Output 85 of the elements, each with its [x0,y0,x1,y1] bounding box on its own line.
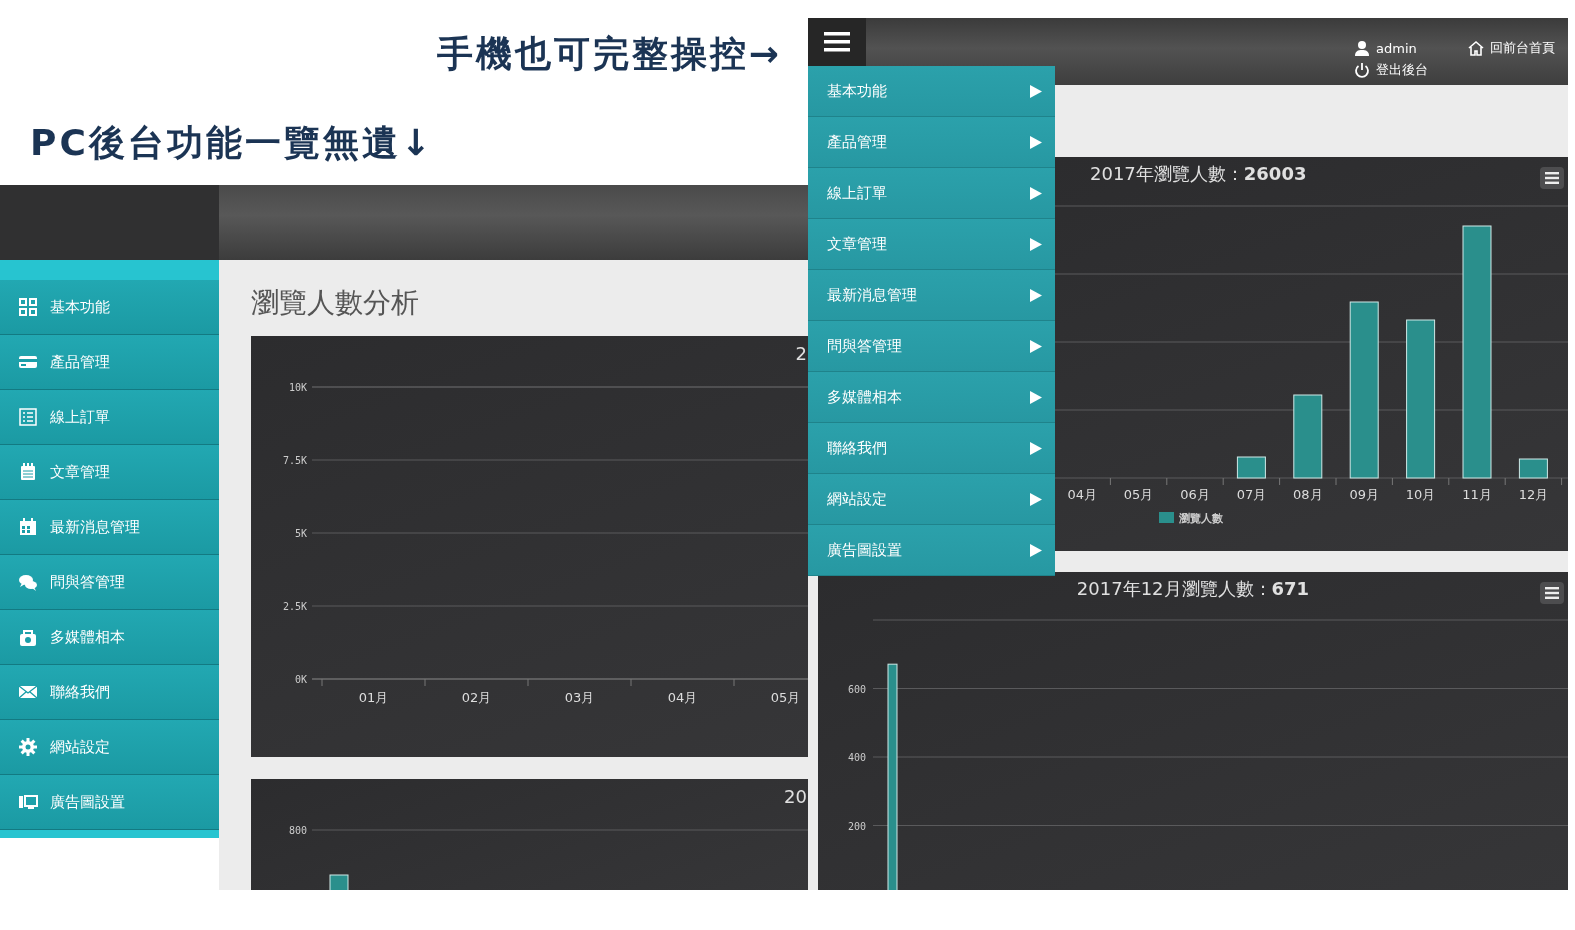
arrow-icon [1030,390,1042,404]
calendar-icon [18,517,38,537]
axis-label: 200 [847,820,866,832]
axis-label: 0K [294,674,307,685]
arrow-icon [1030,492,1042,506]
monitor-icon [18,792,38,812]
axis-label: 800 [288,825,307,836]
menu-item[interactable]: 線上訂單 [808,168,1055,219]
axis-label: 06月 [1180,487,1210,502]
axis-label: 10K [288,382,307,393]
chart-title: 2 [795,342,807,366]
axis-label: 05月 [770,690,801,705]
notepad-icon [18,462,38,482]
menu-item[interactable]: 廣告圖設置 [808,525,1055,576]
axis-label: 07月 [1236,487,1267,502]
power-icon [1354,62,1370,78]
username: admin [1376,40,1417,56]
menu-item[interactable]: 產品管理 [808,117,1055,168]
chart-title: 20 [784,785,807,809]
menu-item[interactable]: 最新消息管理 [808,270,1055,321]
sidebar-item[interactable]: 聯絡我們 [0,665,219,720]
axis-label: 01月 [358,690,389,705]
sidebar-item[interactable]: 最新消息管理 [0,500,219,555]
list-icon [18,407,38,427]
axis-label: 400 [847,752,866,763]
axis-label: 02月 [461,690,492,705]
sidebar-item[interactable]: 線上訂單 [0,390,219,445]
axis-label: 04月 [667,690,698,705]
sidebar-item[interactable]: 文章管理 [0,445,219,500]
grid-icon [18,297,38,317]
arrow-icon [1030,186,1042,200]
menu-item[interactable]: 文章管理 [808,219,1055,270]
menu-button[interactable] [808,18,866,66]
menu-icon [1545,172,1559,184]
axis-label: 7.5K [282,455,307,466]
arrow-icon [1030,84,1042,98]
chart-title: 2017年12月瀏覽人數：671 [1076,577,1310,601]
axis-label: 2.5K [282,601,307,612]
chart-title: 2017年瀏覽人數：26003 [1090,162,1307,186]
arrow-icon [1030,543,1042,557]
bag-icon [18,627,38,647]
axis-label: 5K [294,528,307,539]
headline: 手機也可完整操控→ [436,32,782,76]
legend-swatch [1159,512,1174,523]
arrow-icon [1030,339,1042,353]
axis-label: 11月 [1462,487,1492,502]
arrow-icon [1030,288,1042,302]
home-icon [1468,40,1484,56]
chart-menu-button[interactable] [1540,582,1564,604]
axis-label: 09月 [1349,487,1379,502]
axis-label: 04月 [1067,487,1097,502]
axis-label: 08月 [1293,487,1323,502]
axis-label: 03月 [564,690,595,705]
arrow-icon [1030,441,1042,455]
menu-item[interactable]: 多媒體相本 [808,372,1055,423]
menu-item[interactable]: 問與答管理 [808,321,1055,372]
sidebar-item[interactable]: 產品管理 [0,335,219,390]
chart-bar [329,874,349,890]
chart-menu-button[interactable] [1540,167,1564,189]
sidebar-item[interactable]: 基本功能 [0,280,219,335]
sidebar-item[interactable]: 廣告圖設置 [0,775,219,830]
axis-label: 12月 [1518,487,1549,502]
menu-icon [1545,587,1559,599]
axis-label: 05月 [1123,487,1154,502]
legend-label[interactable]: 瀏覽人數 [1179,512,1223,525]
sidebar-item[interactable]: 問與答管理 [0,555,219,610]
axis-label: 600 [847,683,866,695]
arrow-icon [1030,237,1042,251]
chat-icon [18,572,38,592]
sidebar-item[interactable]: 多媒體相本 [0,610,219,665]
chart-bar [1518,458,1548,479]
sidebar-item[interactable]: 網站設定 [0,720,219,775]
home-link[interactable]: 回前台首頁 [1468,38,1555,58]
logout-link[interactable]: 登出後台 [1354,60,1428,80]
arrow-icon [1030,135,1042,149]
menu-item[interactable]: 聯絡我們 [808,423,1055,474]
menu-item[interactable]: 基本功能 [808,66,1055,117]
gear-icon [18,737,38,757]
menu-icon [824,31,850,53]
axis-label: 10月 [1405,487,1436,502]
headline: PC後台功能一覽無遺↓ [30,121,434,165]
user-icon [1354,40,1370,56]
chart-bar [1236,456,1266,479]
menu-item[interactable]: 網站設定 [808,474,1055,525]
page-title: 瀏覽人數分析 [251,285,420,321]
